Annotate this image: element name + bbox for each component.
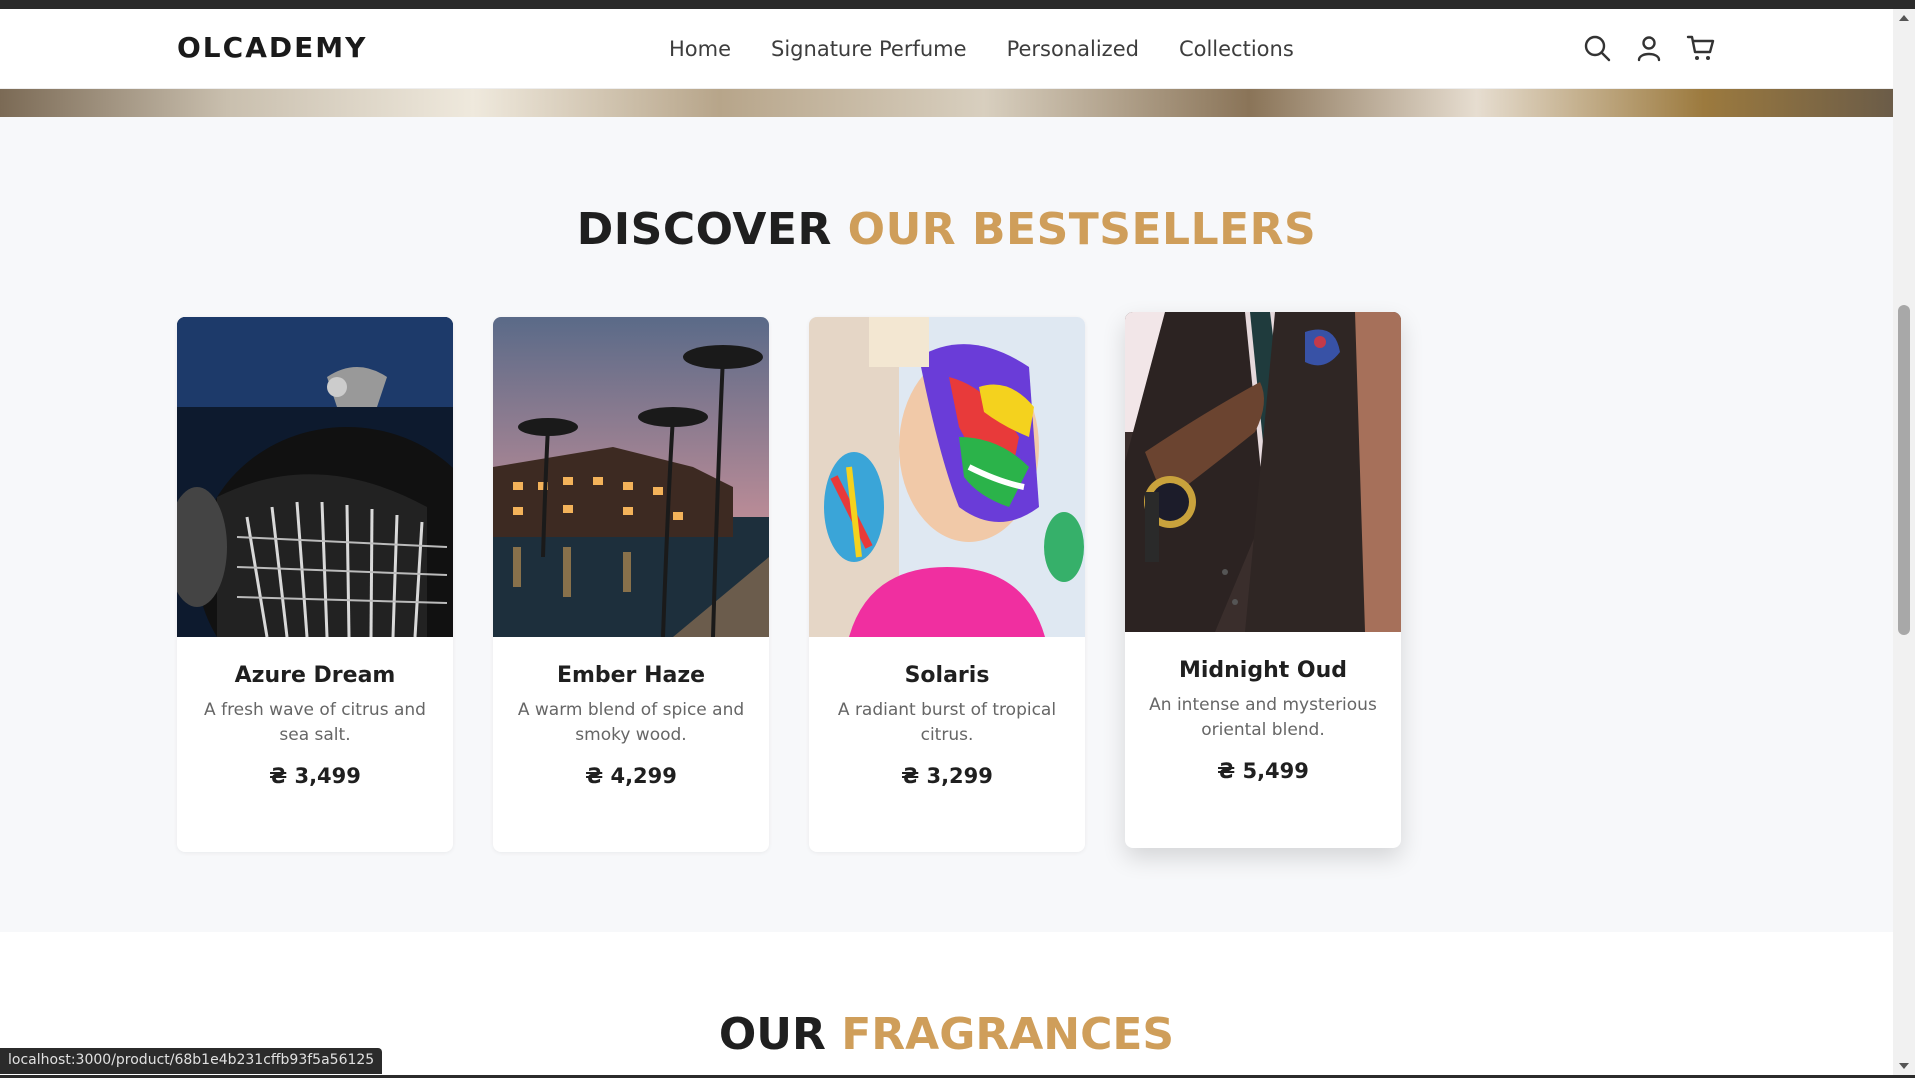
nav-signature-perfume[interactable]: Signature Perfume (771, 37, 967, 61)
site-header: OLCADEMY Home Signature Perfume Personal… (0, 9, 1893, 89)
vertical-scrollbar[interactable] (1893, 9, 1915, 1075)
browser-viewport: OLCADEMY Home Signature Perfume Personal… (0, 9, 1893, 1075)
product-price: ₴ 3,499 (269, 764, 361, 788)
product-image-paint-child (809, 317, 1085, 637)
product-image-car (177, 317, 453, 637)
product-card-ember-haze[interactable]: Ember Haze A warm blend of spice and smo… (493, 317, 769, 852)
product-price: ₴ 4,299 (585, 764, 677, 788)
product-price: ₴ 3,299 (901, 764, 993, 788)
bestsellers-section: DISCOVER OUR BESTSELLERS Azure Dream A f… (0, 117, 1893, 932)
site-logo[interactable]: OLCADEMY (177, 31, 367, 64)
window-top-frame (0, 0, 1915, 9)
scroll-up-arrow-icon[interactable] (1899, 15, 1909, 21)
product-name: Azure Dream (234, 663, 396, 688)
product-card-midnight-oud[interactable]: Midnight Oud An intense and mysterious o… (1125, 312, 1401, 848)
scroll-down-arrow-icon[interactable] (1899, 1063, 1909, 1069)
cart-icon[interactable] (1686, 33, 1716, 63)
product-image-suit (1125, 312, 1401, 632)
product-name: Solaris (904, 663, 990, 688)
bestsellers-title: DISCOVER OUR BESTSELLERS (576, 204, 1317, 255)
hero-image-bottom-edge (0, 89, 1893, 117)
user-icon[interactable] (1634, 33, 1664, 63)
product-card-solaris[interactable]: Solaris A radiant burst of tropical citr… (809, 317, 1085, 852)
status-bar-url: localhost:3000/product/68b1e4b231cffb93f… (0, 1048, 383, 1074)
product-price: ₴ 5,499 (1217, 759, 1309, 783)
search-icon[interactable] (1582, 33, 1612, 63)
scroll-thumb[interactable] (1898, 305, 1910, 635)
product-description: A radiant burst of tropical citrus. (837, 700, 1057, 745)
product-description: A fresh wave of citrus and sea salt. (204, 700, 426, 745)
nav-personalized[interactable]: Personalized (1007, 37, 1139, 61)
product-description: A warm blend of spice and smoky wood. (517, 700, 745, 745)
product-image-resort (493, 317, 769, 637)
product-card-azure-dream[interactable]: Azure Dream A fresh wave of citrus and s… (177, 317, 453, 852)
nav-collections[interactable]: Collections (1179, 37, 1294, 61)
product-description: An intense and mysterious oriental blend… (1149, 695, 1377, 740)
main-nav: Home Signature Perfume Personalized Coll… (669, 37, 1294, 61)
nav-home[interactable]: Home (669, 37, 731, 61)
product-name: Ember Haze (556, 663, 706, 688)
header-icons (1582, 33, 1716, 63)
product-name: Midnight Oud (1178, 658, 1348, 683)
